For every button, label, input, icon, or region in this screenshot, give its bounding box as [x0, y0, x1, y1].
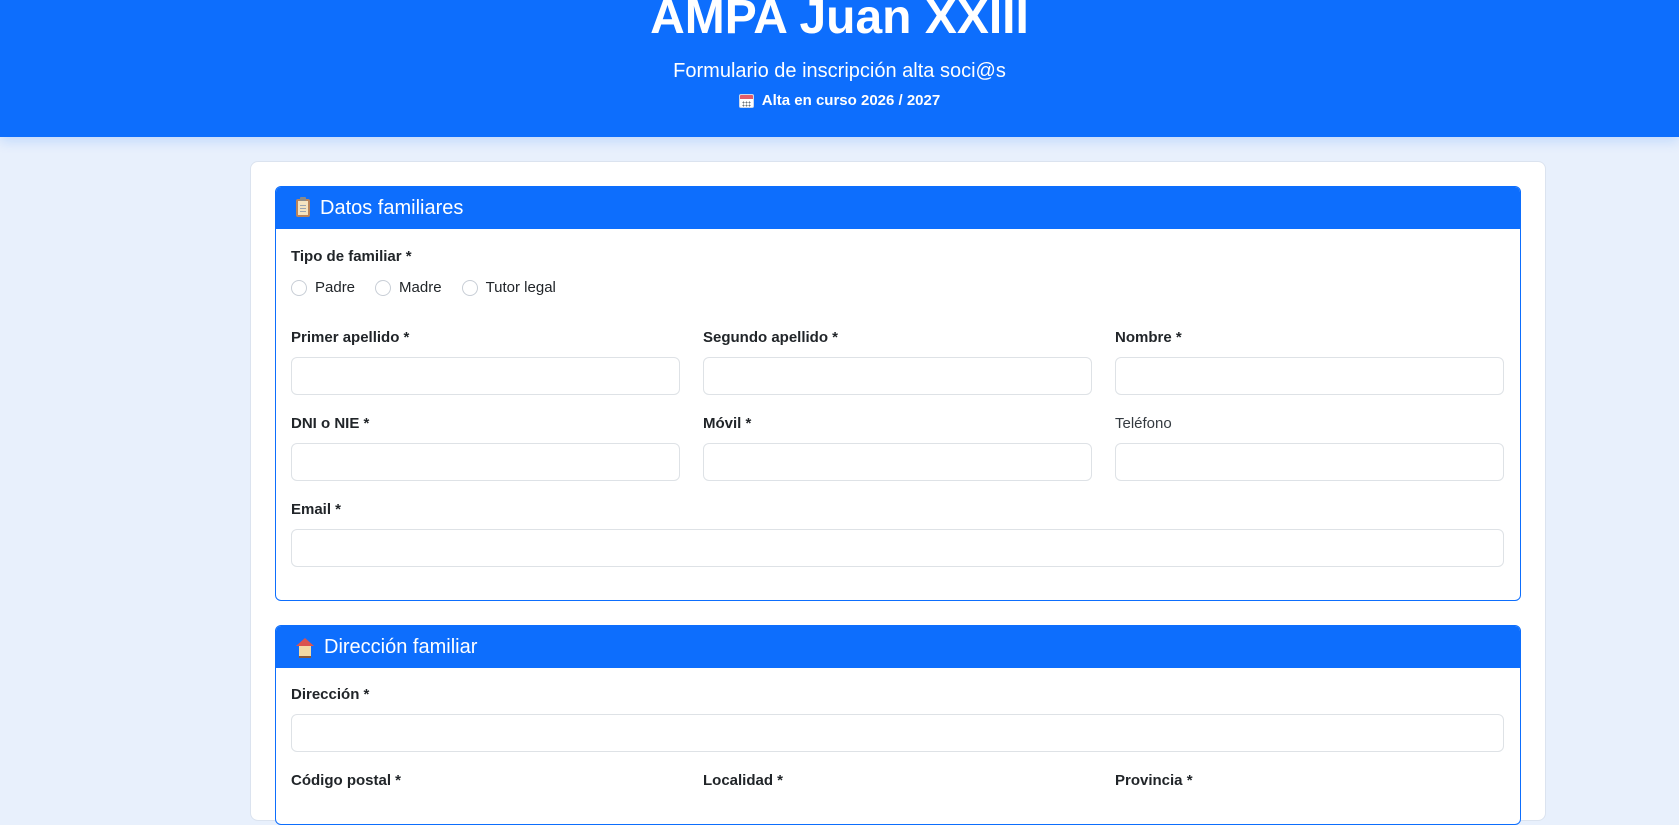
radio-madre-label: Madre — [399, 279, 442, 296]
movil-input[interactable] — [703, 443, 1092, 481]
provincia-label: Provincia * — [1115, 772, 1193, 789]
radio-padre-label: Padre — [315, 279, 356, 296]
page-subtitle: Formulario de inscripción alta soci@s — [673, 60, 1006, 82]
radio-tutor-legal-label: Tutor legal — [485, 279, 556, 296]
segundo-apellido-label: Segundo apellido * — [703, 329, 839, 346]
movil-label: Móvil * — [703, 415, 752, 432]
section-family-title: Datos familiares — [320, 196, 464, 219]
segundo-apellido-input[interactable] — [703, 357, 1092, 395]
localidad-label: Localidad * — [703, 772, 784, 789]
primer-apellido-input[interactable] — [291, 357, 680, 395]
nombre-input[interactable] — [1115, 357, 1504, 395]
page-header: AMPA Juan XXIII Formulario de inscripció… — [0, 0, 1679, 137]
radio-tutor-legal-circle[interactable] — [461, 279, 478, 296]
nombre-label: Nombre * — [1115, 329, 1182, 346]
dni-nie-label: DNI o NIE * — [291, 415, 370, 432]
dni-nie-input[interactable] — [291, 443, 680, 481]
house-icon — [296, 638, 314, 658]
clipboard-icon — [296, 197, 310, 217]
course-badge-text: Alta en curso 2026 / 2027 — [761, 92, 941, 109]
radio-madre[interactable]: Madre — [375, 279, 442, 296]
radio-padre[interactable]: Padre — [291, 279, 355, 296]
radio-tutor-legal[interactable]: Tutor legal — [461, 279, 556, 296]
tipo-familiar-radio-group: Padre Madre Tutor legal — [291, 279, 576, 296]
tipo-familiar-label: Tipo de familiar * — [291, 248, 412, 265]
telefono-input[interactable] — [1115, 443, 1504, 481]
section-address-title: Dirección familiar — [324, 635, 478, 658]
page-title: AMPA Juan XXIII — [650, 0, 1029, 44]
radio-padre-circle[interactable] — [291, 279, 307, 296]
calendar-icon — [738, 94, 754, 108]
direccion-label: Dirección * — [291, 686, 370, 703]
radio-madre-circle[interactable] — [375, 279, 392, 296]
course-badge: Alta en curso 2026 / 2027 — [0, 91, 1679, 111]
telefono-label: Teléfono — [1115, 415, 1172, 432]
email-label: Email * — [291, 501, 342, 518]
primer-apellido-label: Primer apellido * — [291, 329, 410, 346]
direccion-input[interactable] — [291, 714, 1504, 752]
codigo-postal-label: Código postal * — [291, 772, 401, 789]
email-input[interactable] — [291, 529, 1504, 567]
section-address-header: Dirección familiar — [276, 626, 1520, 668]
section-family-header: Datos familiares — [276, 187, 1520, 229]
